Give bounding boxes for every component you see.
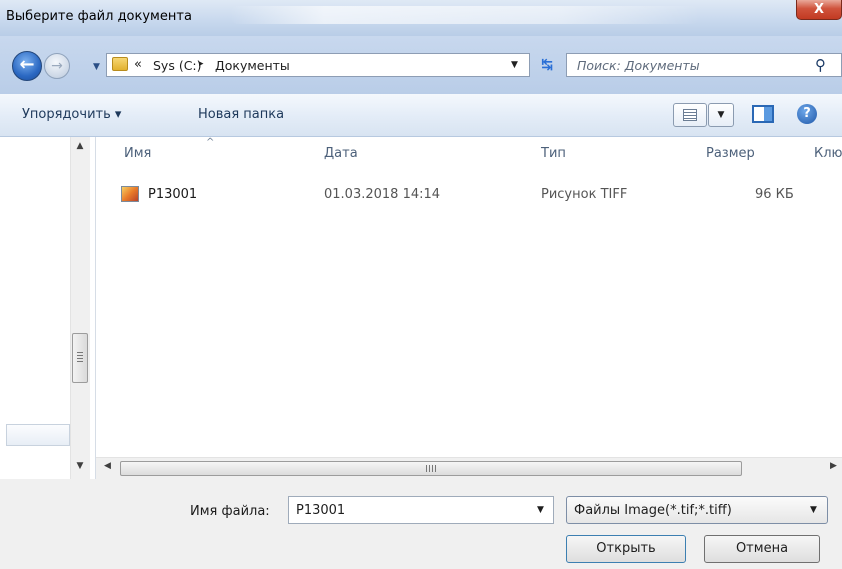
preview-pane-icon[interactable] <box>752 105 774 123</box>
back-button[interactable]: ← <box>12 51 42 81</box>
change-view-button[interactable] <box>673 103 707 127</box>
file-type-dropdown-icon[interactable]: ▼ <box>810 505 817 515</box>
vertical-scroll-thumb[interactable] <box>72 333 88 383</box>
column-header-name[interactable]: Имя <box>124 146 151 161</box>
navigation-pane-item[interactable] <box>6 424 70 446</box>
address-dropdown-icon[interactable]: ▼ <box>511 60 518 70</box>
history-dropdown-icon[interactable]: ▼ <box>93 62 103 72</box>
file-name-cell[interactable]: P13001 <box>148 187 197 202</box>
file-name-dropdown-icon[interactable]: ▼ <box>537 505 544 515</box>
sort-ascending-icon: ^ <box>206 137 215 148</box>
file-type-cell: Рисунок TIFF <box>541 187 628 202</box>
scroll-grip-icon <box>77 352 83 362</box>
address-overflow-chevron[interactable]: « <box>134 57 142 72</box>
scroll-left-arrow-icon[interactable]: ◀ <box>104 461 111 471</box>
horizontal-scroll-thumb[interactable] <box>120 461 742 476</box>
breadcrumb-separator-icon[interactable]: ▸ <box>199 59 204 69</box>
search-icon[interactable]: ⚲ <box>815 56 826 74</box>
horizontal-scrollbar[interactable]: ◀ ▶ <box>96 457 842 479</box>
file-type-filter-value[interactable]: Файлы Image(*.tif;*.tiff) <box>574 503 732 518</box>
cancel-button[interactable]: Отмена <box>704 535 820 563</box>
breadcrumb-documents[interactable]: Документы <box>215 58 290 73</box>
file-name-label: Имя файла: <box>190 504 270 519</box>
refresh-button[interactable]: ↹ <box>530 53 564 77</box>
file-selection-panel: Имя файла: P13001 ▼ Файлы Image(*.tif;*.… <box>0 479 842 569</box>
help-icon[interactable]: ? <box>797 104 817 124</box>
tiff-image-file-icon[interactable] <box>121 186 139 202</box>
command-toolbar: Упорядочить ▾ Новая папка ▼ ? <box>0 94 842 137</box>
column-header-type[interactable]: Тип <box>541 146 566 161</box>
title-bar-background-glow <box>230 6 700 24</box>
scroll-down-arrow-icon[interactable]: ▼ <box>71 461 89 471</box>
file-size-cell: 96 КБ <box>755 187 794 202</box>
scroll-up-arrow-icon[interactable]: ▲ <box>71 141 89 151</box>
folder-icon <box>112 57 128 71</box>
organize-button[interactable]: Упорядочить ▾ <box>22 107 121 122</box>
column-header-keywords[interactable]: Клю <box>814 146 842 161</box>
close-button[interactable]: X <box>796 0 842 20</box>
search-placeholder: Поиск: Документы <box>577 58 700 73</box>
window-title: Выберите файл документа <box>6 9 192 24</box>
address-bar[interactable]: « Sys (C:) ▸ Документы ▼ <box>106 53 530 77</box>
forward-button[interactable]: → <box>44 53 70 79</box>
breadcrumb-drive[interactable]: Sys (C:) <box>153 58 202 73</box>
title-bar: Выберите файл документа X <box>0 0 842 36</box>
column-header-size[interactable]: Размер <box>706 146 755 161</box>
scroll-right-arrow-icon[interactable]: ▶ <box>830 461 837 471</box>
view-options-dropdown-icon[interactable]: ▼ <box>708 103 734 127</box>
details-view-icon <box>683 109 697 121</box>
file-name-input[interactable]: P13001 ▼ <box>288 496 554 524</box>
column-header-date[interactable]: Дата <box>324 146 358 161</box>
new-folder-button[interactable]: Новая папка <box>198 107 284 122</box>
file-list[interactable]: Имя ^ Дата Тип Размер Клю P13001 01.03.2… <box>96 137 842 457</box>
file-date-cell: 01.03.2018 14:14 <box>324 187 441 202</box>
open-button[interactable]: Открыть <box>566 535 686 563</box>
file-type-filter-select[interactable]: Файлы Image(*.tif;*.tiff) ▼ <box>566 496 828 524</box>
scroll-grip-icon <box>426 465 436 472</box>
file-name-value[interactable]: P13001 <box>296 503 345 518</box>
search-input[interactable]: Поиск: Документы ⚲ <box>566 53 842 77</box>
navigation-pane-scrollbar[interactable]: ▲ ▼ <box>70 137 90 479</box>
